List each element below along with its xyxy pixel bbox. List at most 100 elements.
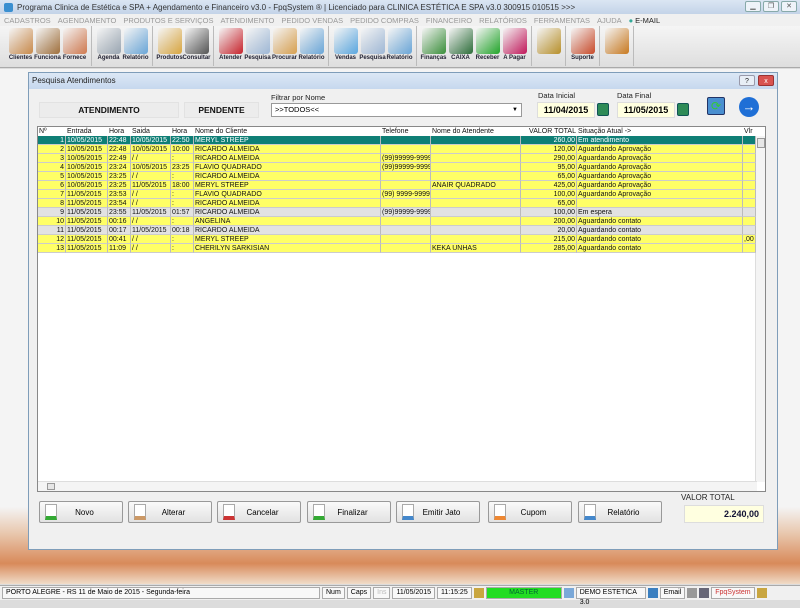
menu-produtos-e-servi-os[interactable]: PRODUTOS E SERVIÇOS bbox=[123, 16, 213, 25]
toolbar-button-relatrio[interactable]: Relatório bbox=[122, 26, 149, 66]
toolbar-button-pesquisa[interactable]: Pesquisa bbox=[244, 26, 271, 66]
toolbar-button-pesquisa[interactable]: Pesquisa bbox=[359, 26, 386, 66]
table-cell: : bbox=[171, 244, 194, 253]
table-row[interactable]: 1 10/05/2015 22:48 10/05/2015 22:50 MERYL STR… bbox=[38, 136, 756, 145]
relat-rio-button[interactable]: Relatório bbox=[578, 501, 662, 523]
cupom-button[interactable]: Cupom bbox=[488, 501, 572, 523]
close-window-button[interactable]: ✕ bbox=[781, 1, 797, 12]
table-row[interactable]: 7 11/05/2015 23:53 / /: FLAVIO QUADRADO (99)… bbox=[38, 190, 756, 199]
toolbar-button-fornece[interactable]: Fornece bbox=[61, 26, 88, 66]
vertical-scrollbar[interactable] bbox=[755, 136, 765, 482]
calendar-start-icon[interactable] bbox=[597, 103, 609, 116]
finalizar-button[interactable]: Finalizar bbox=[307, 501, 391, 523]
menu-email[interactable]: ● E-MAIL bbox=[629, 16, 661, 25]
toolbar-button-receber[interactable]: Receber bbox=[474, 26, 501, 66]
filter-name-select[interactable]: >>TODOS<< ▼ bbox=[271, 103, 522, 117]
table-row[interactable]: 6 10/05/2015 23:25 11/05/2015 18:00 MERYL STR… bbox=[38, 181, 756, 190]
help-button[interactable]: ? bbox=[739, 75, 755, 86]
table-cell bbox=[577, 199, 743, 208]
calculator-icon[interactable] bbox=[699, 588, 710, 598]
table-cell: 65,00 bbox=[521, 199, 577, 208]
toolbar-button-produtos[interactable]: Produtos bbox=[156, 26, 183, 66]
table-cell: 10/05/2015 bbox=[66, 136, 108, 145]
table-cell: FLAVIO QUADRADO bbox=[194, 163, 381, 172]
table-row[interactable]: 9 11/05/2015 23:55 11/05/2015 01:57 RICARDO A… bbox=[38, 208, 756, 217]
toolbar-button-agenda[interactable]: Agenda bbox=[95, 26, 122, 66]
table-cell: 11:09 bbox=[108, 244, 131, 253]
table-row[interactable]: 11 11/05/2015 00:17 11/05/2015 00:18 RICARDO … bbox=[38, 226, 756, 235]
date-start-field[interactable]: 11/04/2015 bbox=[537, 102, 595, 118]
toolbar-button-clientes[interactable]: Clientes bbox=[7, 26, 34, 66]
table-cell: 12 bbox=[38, 235, 66, 244]
minimize-button[interactable]: ▁ bbox=[745, 1, 761, 12]
calendar-end-icon[interactable] bbox=[677, 103, 689, 116]
table-row[interactable]: 10 11/05/2015 00:16 / /: ANGELINA 200,00 Agua… bbox=[38, 217, 756, 226]
table-cell bbox=[381, 136, 431, 145]
table-cell bbox=[743, 181, 756, 190]
table-cell bbox=[381, 244, 431, 253]
table-row[interactable]: 2 10/05/2015 22:48 10/05/2015 10:00 RICARDO A… bbox=[38, 145, 756, 154]
info-icon[interactable] bbox=[756, 588, 767, 598]
status-email[interactable]: Email bbox=[659, 587, 686, 599]
table-row[interactable]: 5 10/05/2015 23:25 / /: RICARDO ALMEIDA 65,0… bbox=[38, 172, 756, 181]
menu-agendamento[interactable]: AGENDAMENTO bbox=[58, 16, 117, 25]
toolbar-button-item[interactable] bbox=[603, 26, 630, 66]
close-dialog-button[interactable]: x bbox=[758, 75, 774, 86]
menu-ajuda[interactable]: AJUDA bbox=[597, 16, 622, 25]
toolbar-label: Finanças bbox=[420, 55, 447, 61]
menu-relat-rios[interactable]: RELATÓRIOS bbox=[479, 16, 527, 25]
toolbar-button-caixa[interactable]: CAIXA bbox=[447, 26, 474, 66]
menu-ferramentas[interactable]: FERRAMENTAS bbox=[534, 16, 590, 25]
toolbar-button-item[interactable] bbox=[535, 26, 562, 66]
table-cell: MERYL STREEP bbox=[194, 136, 381, 145]
toolbar-button-finanas[interactable]: Finanças bbox=[420, 26, 447, 66]
toolbar-button-relatrio[interactable]: Relatório bbox=[386, 26, 413, 66]
emitir-jato-button[interactable]: Emitir Jato bbox=[396, 501, 480, 523]
toolbar-button-relatrio[interactable]: Relatório bbox=[298, 26, 325, 66]
menu-atendimento[interactable]: ATENDIMENTO bbox=[220, 16, 274, 25]
total-label: VALOR TOTAL bbox=[681, 493, 735, 502]
menu-email-label: E-MAIL bbox=[635, 15, 661, 25]
table-cell: 13 bbox=[38, 244, 66, 253]
table-row[interactable]: 4 10/05/2015 23:24 10/05/2015 23:25 FLAVIO QU… bbox=[38, 163, 756, 172]
relatrio-icon bbox=[387, 28, 412, 54]
toolbar-button-vendas[interactable]: Vendas bbox=[332, 26, 359, 66]
total-value: 2.240,00 bbox=[684, 505, 764, 523]
table-cell bbox=[431, 190, 521, 199]
table-cell: 4 bbox=[38, 163, 66, 172]
horizontal-scrollbar[interactable] bbox=[38, 481, 757, 491]
table-cell bbox=[743, 226, 756, 235]
toolbar-button-atender[interactable]: Atender bbox=[217, 26, 244, 66]
novo-button[interactable]: Novo bbox=[39, 501, 123, 523]
toolbar-group: Vendas Pesquisa Relatório bbox=[329, 26, 417, 66]
atender-icon bbox=[218, 28, 243, 54]
printer-icon[interactable] bbox=[687, 588, 698, 598]
go-arrow-icon[interactable]: → bbox=[739, 97, 759, 117]
cancelar-button[interactable]: Cancelar bbox=[217, 501, 301, 523]
table-cell bbox=[381, 181, 431, 190]
menu-cadastros[interactable]: CADASTROS bbox=[4, 16, 51, 25]
table-cell: RICARDO ALMEIDA bbox=[194, 208, 381, 217]
alterar-button[interactable]: Alterar bbox=[128, 501, 212, 523]
date-end-field[interactable]: 11/05/2015 bbox=[617, 102, 675, 118]
table-row[interactable]: 12 11/05/2015 00:41 / /: MERYL STREEP 215,00… bbox=[38, 235, 756, 244]
email-icon[interactable] bbox=[647, 588, 658, 598]
toolbar-group: Produtos Consultar bbox=[153, 26, 214, 66]
refresh-icon[interactable]: ⟳ bbox=[707, 97, 725, 115]
table-row[interactable]: 8 11/05/2015 23:54 / /: RICARDO ALMEIDA 65,0… bbox=[38, 199, 756, 208]
toolbar-button-apagar[interactable]: A Pagar bbox=[501, 26, 528, 66]
menu-pedido-compras[interactable]: PEDIDO COMPRAS bbox=[350, 16, 419, 25]
table-cell: Aguardando Aprovação bbox=[577, 145, 743, 154]
toolbar-button-funciona[interactable]: Funciona bbox=[34, 26, 61, 66]
pesquisa-icon bbox=[245, 28, 270, 54]
menu-pedido-vendas[interactable]: PEDIDO VENDAS bbox=[281, 16, 343, 25]
menu-financeiro[interactable]: FINANCEIRO bbox=[426, 16, 472, 25]
maximize-button[interactable]: ❐ bbox=[763, 1, 779, 12]
toolbar-button-procurar[interactable]: Procurar bbox=[271, 26, 298, 66]
toolbar-button-consultar[interactable]: Consultar bbox=[183, 26, 211, 66]
table-cell: Em atendimento bbox=[577, 136, 743, 145]
table-row[interactable]: 3 10/05/2015 22:49 / /: RICARDO ALMEIDA (99)… bbox=[38, 154, 756, 163]
toolbar-button-suporte[interactable]: Suporte bbox=[569, 26, 596, 66]
button-label: Relatório bbox=[607, 507, 640, 517]
table-row[interactable]: 13 11/05/2015 11:09 / /: CHERILYN SARKISIAN… bbox=[38, 244, 756, 253]
